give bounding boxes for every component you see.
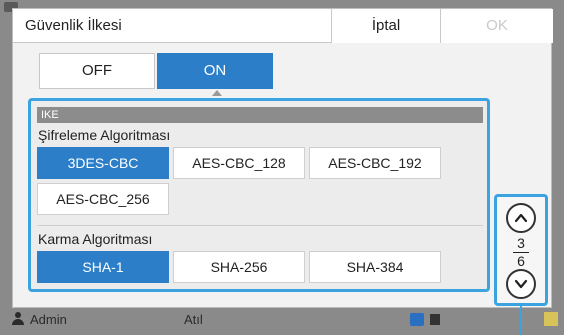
hash-option-sha-1[interactable]: SHA-1 — [37, 251, 169, 283]
hash-option-sha-256[interactable]: SHA-256 — [173, 251, 305, 283]
hash-label: Karma Algoritması — [38, 231, 153, 247]
scroll-up-button[interactable] — [506, 203, 536, 233]
off-toggle-button[interactable]: OFF — [39, 53, 155, 89]
status-state: Atıl — [184, 312, 203, 327]
ok-button[interactable]: OK — [441, 9, 553, 43]
encryption-label: Şifreleme Algoritması — [38, 127, 171, 143]
encryption-option-aes-cbc-192[interactable]: AES-CBC_192 — [309, 147, 441, 179]
chevron-up-icon — [514, 213, 528, 223]
dialog-title: Güvenlik İlkesi — [25, 17, 122, 34]
encryption-option-3des-cbc[interactable]: 3DES-CBC — [37, 147, 169, 179]
ike-settings-panel[interactable]: IKE Şifreleme Algoritması 3DES-CBC AES-C… — [28, 98, 490, 292]
status-bar: Admin Atıl — [12, 312, 558, 328]
encryption-option-aes-cbc-128[interactable]: AES-CBC_128 — [173, 147, 305, 179]
caret-up-icon — [212, 90, 222, 96]
cancel-button[interactable]: İptal — [331, 9, 441, 43]
dialog-header: Güvenlik İlkesi İptal OK — [13, 9, 553, 43]
chevron-down-icon — [514, 279, 528, 289]
user-icon — [12, 312, 24, 326]
status-user: Admin — [30, 312, 67, 327]
page-current: 3 — [517, 235, 525, 251]
on-toggle-button[interactable]: ON — [157, 53, 273, 89]
hash-option-sha-384[interactable]: SHA-384 — [309, 251, 441, 283]
encryption-option-aes-cbc-256[interactable]: AES-CBC_256 — [37, 183, 169, 215]
toner-icon — [430, 314, 440, 325]
page-total: 6 — [517, 253, 525, 269]
callout-line — [520, 306, 522, 335]
page-scroller: 3 6 — [494, 194, 548, 306]
section-header-ike: IKE — [37, 107, 483, 123]
scroll-down-button[interactable] — [506, 269, 536, 299]
edit-icon — [410, 313, 424, 326]
folder-icon — [544, 312, 558, 326]
divider — [37, 225, 483, 226]
